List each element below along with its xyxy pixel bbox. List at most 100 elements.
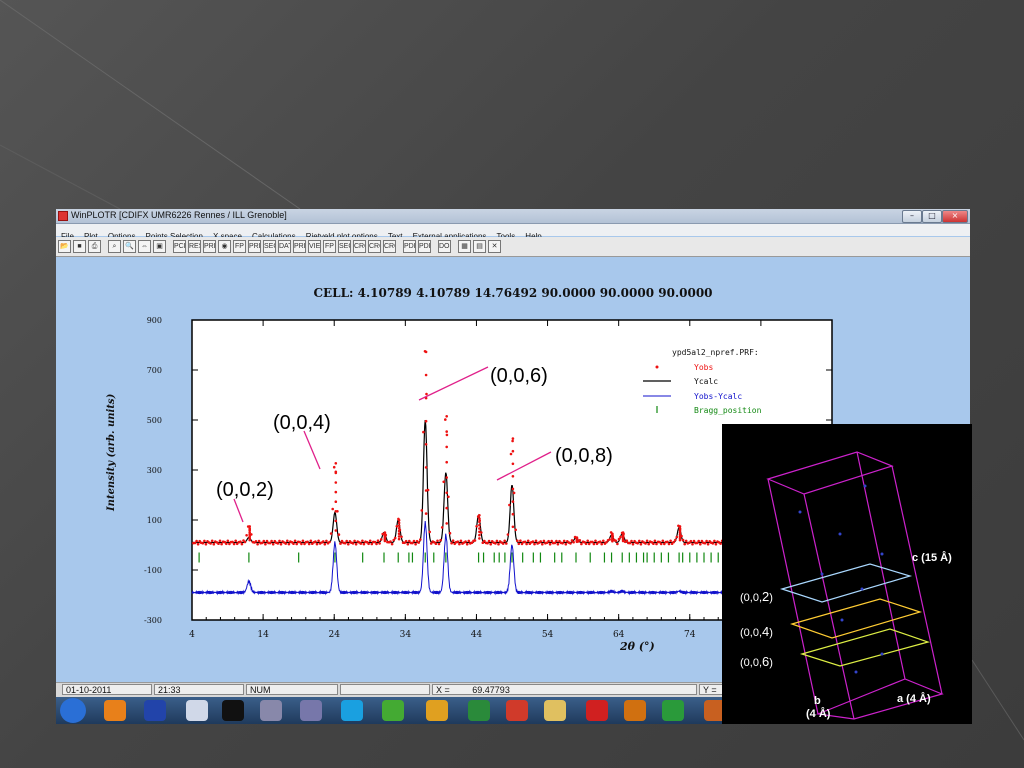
yobs-point xyxy=(375,542,378,546)
close-button[interactable]: × xyxy=(942,210,968,223)
toolbar-button-res[interactable]: RES xyxy=(188,240,201,253)
yobs-point xyxy=(362,542,366,546)
firefox-icon[interactable] xyxy=(104,700,126,721)
yobs-point xyxy=(420,509,424,512)
yobs-point xyxy=(354,542,358,546)
yobs-point xyxy=(397,521,401,525)
yobs-point xyxy=(478,517,481,520)
minimize-button[interactable]: – xyxy=(902,210,922,223)
print-icon[interactable]: ⎙ xyxy=(88,240,101,253)
yobs-point xyxy=(257,539,261,543)
fit-icon[interactable]: ▣ xyxy=(153,240,166,253)
yobs-point xyxy=(425,392,428,396)
toolbar-button-pdf[interactable]: PDF xyxy=(403,240,416,253)
media-icon[interactable] xyxy=(624,700,646,721)
yobs-point xyxy=(511,512,515,516)
toolbar-button-crc[interactable]: CRC xyxy=(353,240,366,253)
globe-icon[interactable]: ◉ xyxy=(218,240,231,253)
x-tick-label: 14 xyxy=(257,630,269,640)
yobs-point xyxy=(447,495,450,499)
yobs-point xyxy=(586,539,589,543)
toolbar-button-crc[interactable]: CRC xyxy=(368,240,381,253)
yobs-point xyxy=(699,542,702,546)
y-tick-label: -300 xyxy=(144,616,162,625)
arrows-icon[interactable]: ⇔ xyxy=(138,240,151,253)
annotation-002: (0,0,2) xyxy=(216,479,274,501)
yobs-point xyxy=(314,540,317,543)
start-orb-icon[interactable] xyxy=(60,698,86,723)
zoom-icon[interactable]: ⌕ xyxy=(108,240,121,253)
folder-icon[interactable] xyxy=(544,700,566,721)
close-icon[interactable]: ✕ xyxy=(488,240,501,253)
toolbar-button-dos[interactable]: DOS xyxy=(438,240,451,253)
calc-icon[interactable]: ▤ xyxy=(473,240,486,253)
yobs-point xyxy=(703,541,707,545)
yobs-point xyxy=(706,542,710,546)
network2-icon[interactable] xyxy=(300,700,322,721)
yobs-point xyxy=(424,489,428,492)
flower-icon[interactable] xyxy=(382,700,404,721)
utorrent-icon[interactable] xyxy=(662,700,684,721)
yobs-point xyxy=(689,539,693,543)
yobs-point xyxy=(353,539,356,543)
toolbar-button-dat[interactable]: DAT xyxy=(278,240,291,253)
yobs-point xyxy=(550,539,553,543)
toolbar-button-view-cif[interactable]: VIEW CIF xyxy=(308,240,321,253)
yobs-point xyxy=(424,512,428,515)
toolbar-button-prf[interactable]: PRF xyxy=(203,240,216,253)
yobs-point xyxy=(442,480,446,484)
atom-marker xyxy=(820,572,824,576)
yobs-point xyxy=(218,539,222,543)
yobs-point xyxy=(445,430,449,433)
excel-icon[interactable] xyxy=(468,700,490,721)
save-icon[interactable] xyxy=(144,700,166,721)
notepad-icon[interactable] xyxy=(186,700,208,721)
x-tick-label: 64 xyxy=(613,630,625,640)
yobs-point xyxy=(531,540,535,543)
yobs-point xyxy=(611,532,614,536)
x-axis-title: 2θ (°) xyxy=(619,640,655,653)
chrome-icon[interactable] xyxy=(426,700,448,721)
network-icon[interactable] xyxy=(260,700,282,721)
status-y-label: Y = xyxy=(703,685,717,695)
skype-icon[interactable] xyxy=(341,700,363,721)
yobs-point xyxy=(243,540,247,544)
toolbar-button-fp-draw[interactable]: FP DRAW xyxy=(323,240,336,253)
toolbar-button-pcf[interactable]: PCF xyxy=(173,240,186,253)
yobs-point xyxy=(509,452,513,456)
yobs-point xyxy=(494,542,497,545)
image-icon[interactable]: ▦ xyxy=(458,240,471,253)
crystal-cell-inset: c (15 Å) a (4 Å) b (4 Å) (0,0,2) (0,0,4)… xyxy=(722,424,972,724)
toolbar-button-prf[interactable]: PRF xyxy=(248,240,261,253)
yobs-point xyxy=(713,539,716,543)
toolbar-button-crc[interactable]: CRC xyxy=(383,240,396,253)
cell-top-face xyxy=(766,451,894,495)
star-icon[interactable] xyxy=(586,700,608,721)
yobs-point xyxy=(334,500,338,503)
yobs-point xyxy=(256,542,259,546)
toolbar-button-seg[interactable]: SEG xyxy=(263,240,276,253)
yobs-point xyxy=(331,507,335,511)
legend-bragg: Bragg_position xyxy=(694,406,762,415)
yobs-point xyxy=(645,539,649,543)
save-icon[interactable]: ■ xyxy=(73,240,86,253)
atom-marker xyxy=(840,618,844,622)
toolbar-button-seg[interactable]: SEG xyxy=(338,240,351,253)
pdf-icon[interactable] xyxy=(506,700,528,721)
toolbar-button-prf[interactable]: PRF xyxy=(293,240,306,253)
yobs-point xyxy=(594,539,597,543)
toolbar-button-fp[interactable]: FP xyxy=(233,240,246,253)
yobs-point xyxy=(203,539,206,543)
yobs-point xyxy=(555,539,558,543)
yobs-point xyxy=(436,539,439,543)
plane-label-002: (0,0,2) xyxy=(740,589,773,604)
yobs-point xyxy=(323,542,327,546)
open-icon[interactable]: 📂 xyxy=(58,240,71,253)
y-tick-label: 300 xyxy=(147,466,162,475)
cmd-icon[interactable] xyxy=(222,700,244,721)
search-icon[interactable]: 🔍 xyxy=(123,240,136,253)
maximize-button[interactable]: □ xyxy=(922,210,942,223)
toolbar-button-pdf[interactable]: PDF xyxy=(418,240,431,253)
yobs-point xyxy=(478,514,481,517)
annotation-008: (0,0,8) xyxy=(555,445,613,467)
